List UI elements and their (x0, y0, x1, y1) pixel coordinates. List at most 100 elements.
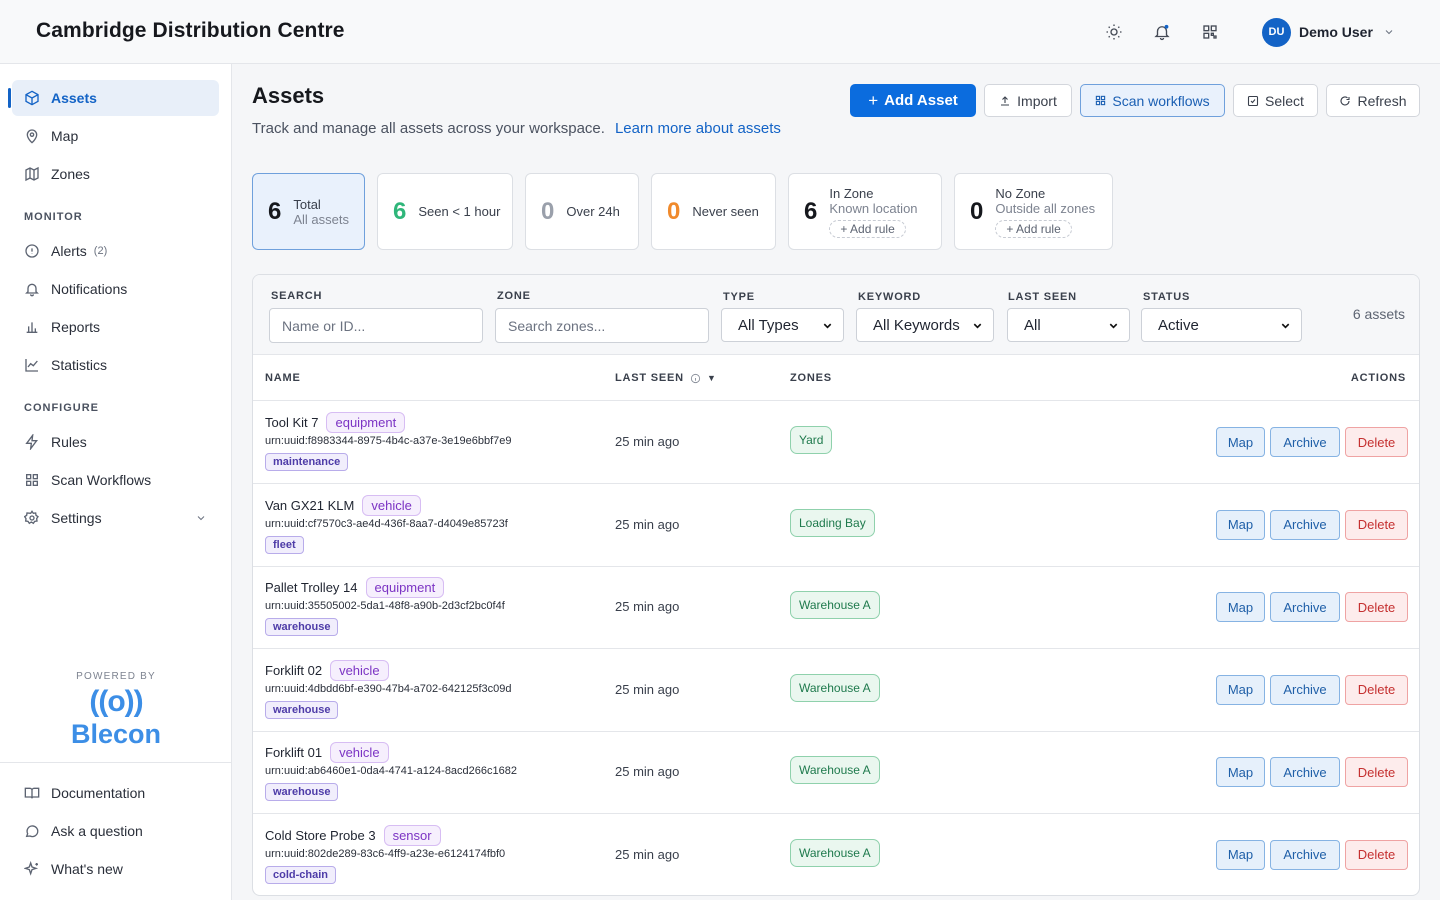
import-button[interactable]: Import (984, 84, 1072, 117)
delete-button[interactable]: Delete (1345, 839, 1408, 870)
last-seen-select[interactable]: All (1007, 308, 1130, 342)
sidebar-item-label: Zones (51, 166, 90, 182)
column-header-last-seen[interactable]: LAST SEEN ▼ (615, 372, 717, 384)
stat-card-over-24h[interactable]: 0 Over 24h (525, 173, 639, 250)
sidebar-item-rules[interactable]: Rules (12, 424, 219, 460)
user-menu[interactable]: DU Demo User (1262, 17, 1395, 47)
table-row[interactable]: Tool Kit 7 equipment urn:uuid:f8983344-8… (253, 401, 1419, 484)
stat-sublabel: Outside all zones (995, 200, 1096, 216)
zone-badge[interactable]: Loading Bay (790, 508, 875, 537)
add-rule-button[interactable]: + Add rule (829, 219, 906, 238)
zone-search-input[interactable] (495, 308, 709, 343)
sidebar-item-label: Scan Workflows (51, 472, 152, 488)
sidebar-item-zones[interactable]: Zones (12, 156, 219, 192)
sidebar-item-scan-workflows[interactable]: Scan Workflows (12, 462, 219, 498)
chevron-down-icon (822, 320, 833, 331)
table-row[interactable]: Forklift 01 vehicle urn:uuid:ab6460e1-0d… (253, 731, 1419, 814)
archive-button[interactable]: Archive (1270, 592, 1340, 622)
status-select[interactable]: Active (1141, 308, 1302, 342)
sidebar-item-ask-question[interactable]: Ask a question (12, 813, 219, 849)
asset-name[interactable]: Pallet Trolley 14 (265, 580, 358, 595)
zone-badge[interactable]: Warehouse A (790, 838, 880, 867)
stat-card-seen-hour[interactable]: 6 Seen < 1 hour (377, 173, 513, 250)
asset-name[interactable]: Cold Store Probe 3 (265, 828, 376, 843)
sparkle-icon (24, 861, 40, 877)
stat-value: 6 (393, 197, 407, 225)
sun-icon[interactable] (1102, 20, 1126, 44)
learn-more-link[interactable]: Learn more about assets (615, 120, 781, 137)
type-select[interactable]: All Types (721, 308, 844, 342)
add-asset-label: Add Asset (884, 92, 958, 109)
info-icon (690, 373, 701, 384)
archive-button[interactable]: Archive (1270, 757, 1340, 787)
zone-badge[interactable]: Warehouse A (790, 673, 880, 702)
sidebar-item-documentation[interactable]: Documentation (12, 775, 219, 811)
asset-name[interactable]: Forklift 01 (265, 745, 322, 760)
bell-icon[interactable] (1150, 20, 1174, 44)
delete-button[interactable]: Delete (1345, 674, 1408, 705)
keyword-select[interactable]: All Keywords (856, 308, 994, 342)
table-row[interactable]: Cold Store Probe 3 sensor urn:uuid:802de… (253, 814, 1419, 896)
map-button[interactable]: Map (1216, 757, 1265, 787)
asset-name[interactable]: Tool Kit 7 (265, 415, 318, 430)
last-seen-value: 25 min ago (615, 434, 680, 449)
zone-badge[interactable]: Yard (790, 426, 833, 454)
column-header-actions: ACTIONS (1350, 372, 1406, 384)
sidebar-item-assets[interactable]: Assets (8, 80, 219, 116)
top-header: Cambridge Distribution Centre DU Demo Us… (0, 0, 1440, 64)
asset-type-badge: equipment (365, 577, 445, 598)
add-rule-label: Add rule (850, 221, 895, 236)
stat-card-in-zone[interactable]: 6 In Zone Known location + Add rule (788, 173, 942, 250)
sidebar-item-map[interactable]: Map (12, 118, 219, 154)
sidebar-item-label: Assets (51, 90, 97, 106)
refresh-button[interactable]: Refresh (1326, 84, 1420, 117)
delete-button[interactable]: Delete (1345, 757, 1408, 787)
table-row[interactable]: Pallet Trolley 14 equipment urn:uuid:355… (253, 566, 1419, 649)
add-rule-button[interactable]: + Add rule (995, 219, 1072, 238)
scan-workflows-button[interactable]: Scan workflows (1080, 84, 1225, 117)
sidebar-item-whats-new[interactable]: What's new (12, 851, 219, 887)
archive-button[interactable]: Archive (1270, 509, 1340, 540)
add-asset-button[interactable]: + Add Asset (850, 84, 976, 117)
zone-badge[interactable]: Warehouse A (790, 591, 880, 619)
asset-type-badge: vehicle (362, 494, 421, 516)
stat-label: Over 24h (566, 204, 620, 219)
sidebar-item-alerts[interactable]: Alerts (2) (12, 233, 219, 269)
archive-button[interactable]: Archive (1270, 427, 1340, 457)
map-button[interactable]: Map (1216, 839, 1265, 870)
last-seen-value: 25 min ago (615, 681, 680, 697)
chevron-down-icon (195, 511, 207, 527)
qr-grid-icon[interactable] (1198, 20, 1222, 44)
zone-badge[interactable]: Warehouse A (790, 756, 880, 784)
delete-button[interactable]: Delete (1345, 427, 1408, 457)
search-input[interactable] (269, 308, 483, 343)
sidebar-item-settings[interactable]: Settings (12, 500, 219, 536)
map-button[interactable]: Map (1216, 674, 1265, 705)
sidebar-item-label: Reports (51, 319, 101, 335)
table-row[interactable]: Forklift 02 vehicle urn:uuid:4dbdd6bf-e3… (253, 649, 1419, 732)
archive-button[interactable]: Archive (1270, 839, 1340, 870)
map-button[interactable]: Map (1216, 592, 1265, 622)
sidebar-item-notifications[interactable]: Notifications (12, 271, 219, 307)
select-button[interactable]: Select (1233, 84, 1318, 117)
sidebar-item-statistics[interactable]: Statistics (12, 347, 219, 383)
keyword-label: KEYWORD (858, 291, 922, 303)
stat-card-total[interactable]: 6 Total All assets (252, 173, 365, 250)
map-button[interactable]: Map (1216, 509, 1265, 540)
column-header-name[interactable]: NAME (265, 372, 301, 384)
delete-button[interactable]: Delete (1345, 592, 1408, 622)
table-row[interactable]: Van GX21 KLM vehicle urn:uuid:cf7570c3-a… (253, 484, 1419, 567)
type-label: TYPE (723, 291, 755, 303)
archive-button[interactable]: Archive (1270, 674, 1340, 705)
column-header-label: LAST SEEN (615, 372, 684, 384)
map-button[interactable]: Map (1216, 427, 1265, 457)
asset-name-cell: Tool Kit 7 equipment (265, 412, 406, 433)
stat-card-no-zone[interactable]: 0 No Zone Outside all zones + Add rule (954, 173, 1113, 250)
asset-name[interactable]: Van GX21 KLM (265, 498, 354, 513)
stat-card-never-seen[interactable]: 0 Never seen (651, 173, 776, 250)
sidebar-item-reports[interactable]: Reports (12, 309, 219, 345)
status-label: STATUS (1143, 291, 1191, 303)
map-pin-icon (24, 128, 40, 144)
delete-button[interactable]: Delete (1345, 509, 1408, 540)
asset-name[interactable]: Forklift 02 (265, 663, 322, 678)
